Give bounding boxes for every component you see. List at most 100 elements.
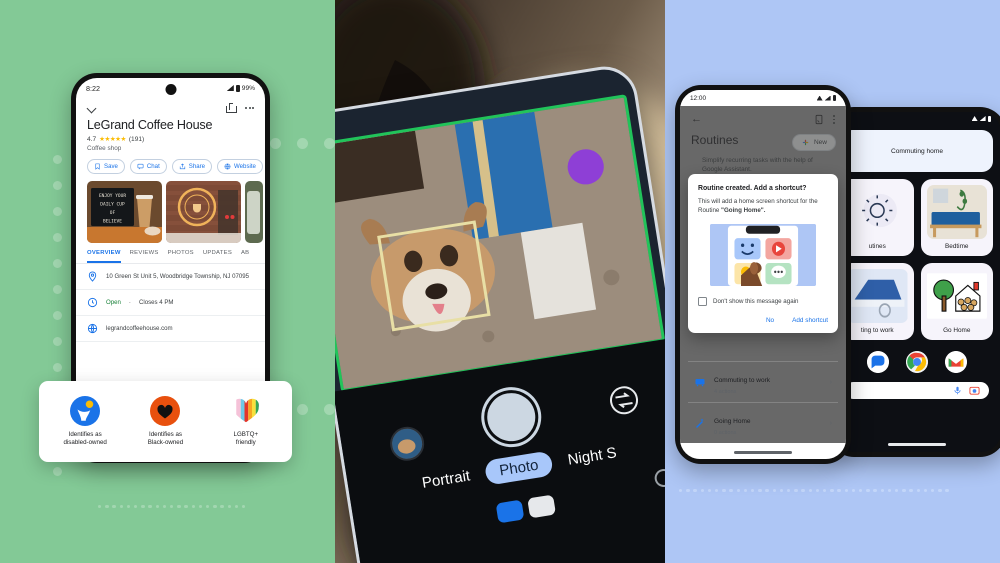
- badge-line2: Black-owned: [147, 439, 184, 446]
- home-status-bar: [833, 112, 1000, 125]
- decorative-dot: [772, 489, 776, 493]
- add-shortcut-button[interactable]: Add shortcut: [792, 317, 828, 324]
- decorative-dot: [297, 404, 308, 415]
- tab-photos[interactable]: PHOTOS: [168, 250, 194, 263]
- chrome-app-icon[interactable]: [906, 351, 928, 373]
- decorative-dot: [707, 489, 712, 493]
- routine-title: Going Home: [714, 418, 751, 425]
- business-photo[interactable]: [166, 181, 241, 243]
- decorative-dot: [823, 489, 827, 493]
- flip-camera-icon[interactable]: [607, 384, 641, 417]
- dont-show-checkbox[interactable]: [698, 296, 707, 306]
- chip-label: Chat: [146, 163, 160, 170]
- decorative-dot: [830, 489, 834, 493]
- last-photo-thumbnail[interactable]: [387, 424, 427, 464]
- decorative-dot: [119, 505, 123, 509]
- go-home-shortcut[interactable]: Go Home: [920, 263, 993, 340]
- bedtime-shortcut[interactable]: Bedtime: [920, 179, 993, 256]
- chip-share[interactable]: Share: [171, 159, 213, 174]
- badge-line1: Identifies as: [148, 431, 182, 439]
- video-mode-toggle[interactable]: [527, 494, 557, 519]
- business-photo[interactable]: [245, 181, 263, 243]
- commuting-home-widget[interactable]: Commuting home: [841, 130, 993, 172]
- review-count: (191): [128, 135, 145, 143]
- mode-photo[interactable]: Photo: [483, 450, 555, 486]
- shortcut-label: Go Home: [943, 327, 971, 334]
- decorative-dot: [700, 489, 704, 493]
- business-photo[interactable]: ENJOY YOUR DAILY CUP OF BELIEVE: [87, 181, 162, 243]
- decorative-dot: [931, 489, 935, 493]
- decorative-dot: [815, 489, 820, 493]
- decorative-dot: [679, 489, 683, 493]
- shutter-button[interactable]: [480, 386, 543, 449]
- address-text: 10 Green St Unit 5, Woodbridge Township,…: [106, 273, 250, 280]
- action-chips: Save Chat Share Website: [76, 152, 265, 174]
- chip-chat[interactable]: Chat: [129, 159, 167, 174]
- panel-maps: 8:22 99% LeGrand Coffee House 4.7 ★★★★★ …: [0, 0, 335, 563]
- no-button[interactable]: No: [766, 317, 774, 324]
- chevron-down-icon[interactable]: [87, 103, 97, 113]
- signal-icon: [979, 116, 986, 121]
- more-options-icon[interactable]: [245, 107, 254, 109]
- info-row-address[interactable]: 10 Green St Unit 5, Woodbridge Township,…: [76, 264, 265, 290]
- decorative-dot: [227, 505, 231, 509]
- photo-mode-toggle[interactable]: [495, 499, 525, 524]
- decorative-dot: [916, 489, 920, 493]
- share-icon[interactable]: [226, 103, 238, 113]
- chip-save[interactable]: Save: [87, 159, 125, 174]
- routines-shortcut[interactable]: utines: [841, 179, 914, 256]
- bookmark-icon: [95, 163, 100, 170]
- panel-assistant: Commuting home utines Bedtime ting to wo…: [665, 0, 1000, 563]
- routines-body: ← Routines New Simplify recurring tasks …: [680, 106, 846, 459]
- chat-icon: [137, 163, 144, 170]
- list-item[interactable]: Going Home 0 actions ›: [688, 402, 838, 443]
- decorative-dot: [837, 489, 841, 493]
- chip-website[interactable]: Website: [217, 159, 263, 174]
- decorative-dot: [686, 489, 690, 493]
- commuting-to-work-shortcut[interactable]: ting to work: [841, 263, 914, 340]
- gmail-app-icon[interactable]: [945, 351, 967, 373]
- decorative-dot: [794, 489, 798, 493]
- status-time: 12:00: [690, 94, 706, 102]
- decorative-dot: [198, 505, 203, 509]
- svg-text:OF: OF: [110, 210, 116, 216]
- tab-overview[interactable]: OVERVIEW: [87, 250, 121, 263]
- decorative-dot: [693, 489, 697, 493]
- decorative-dot: [53, 337, 62, 346]
- screenshot-stage: 8:22 99% LeGrand Coffee House 4.7 ★★★★★ …: [0, 0, 1000, 563]
- decorative-dot: [743, 489, 748, 493]
- search-bar[interactable]: [845, 382, 989, 399]
- info-row-website[interactable]: legrandcoffeehouse.com: [76, 316, 265, 342]
- mode-portrait[interactable]: Portrait: [421, 467, 471, 491]
- google-lens-icon[interactable]: [969, 385, 980, 396]
- badge-black-owned[interactable]: Identifies as Black-owned: [129, 396, 201, 446]
- camera-punch-hole: [165, 84, 176, 95]
- decorative-dot: [715, 489, 719, 493]
- dont-show-again-row[interactable]: Don't show this message again: [698, 296, 828, 306]
- badge-line1: LGBTQ+: [233, 431, 259, 439]
- hours-separator: ·: [128, 299, 131, 306]
- decorative-dot: [53, 363, 62, 372]
- shortcut-illustration: [710, 223, 816, 286]
- messages-app-icon[interactable]: [867, 351, 889, 373]
- info-row-hours[interactable]: Open · Closes 4 PM: [76, 290, 265, 316]
- list-item[interactable]: Commuting to work 4 actions ›: [688, 361, 838, 402]
- lgbtq-friendly-icon: [231, 396, 261, 426]
- chevron-right-icon: ›: [829, 419, 832, 427]
- page-title: LeGrand Coffee House: [87, 118, 213, 132]
- badge-disabled-owned[interactable]: Identifies as disabled-owned: [49, 396, 121, 446]
- badge-label: Identifies as Black-owned: [129, 431, 201, 446]
- wand-icon: [696, 418, 704, 428]
- decorative-dot: [234, 505, 239, 509]
- house-tree-illustration: [926, 269, 987, 323]
- website-text: legrandcoffeehouse.com: [106, 325, 173, 332]
- badge-lgbtq-friendly[interactable]: LGBTQ+ friendly: [210, 396, 282, 446]
- tab-about[interactable]: AB: [241, 250, 249, 263]
- tab-updates[interactable]: UPDATES: [203, 250, 232, 263]
- decorative-dot: [53, 311, 62, 320]
- decorative-dot: [751, 489, 755, 493]
- mode-night-sight[interactable]: Night S: [567, 444, 618, 468]
- commute-icon: [695, 379, 705, 387]
- microphone-icon[interactable]: [953, 385, 962, 396]
- tab-reviews[interactable]: REVIEWS: [130, 250, 159, 263]
